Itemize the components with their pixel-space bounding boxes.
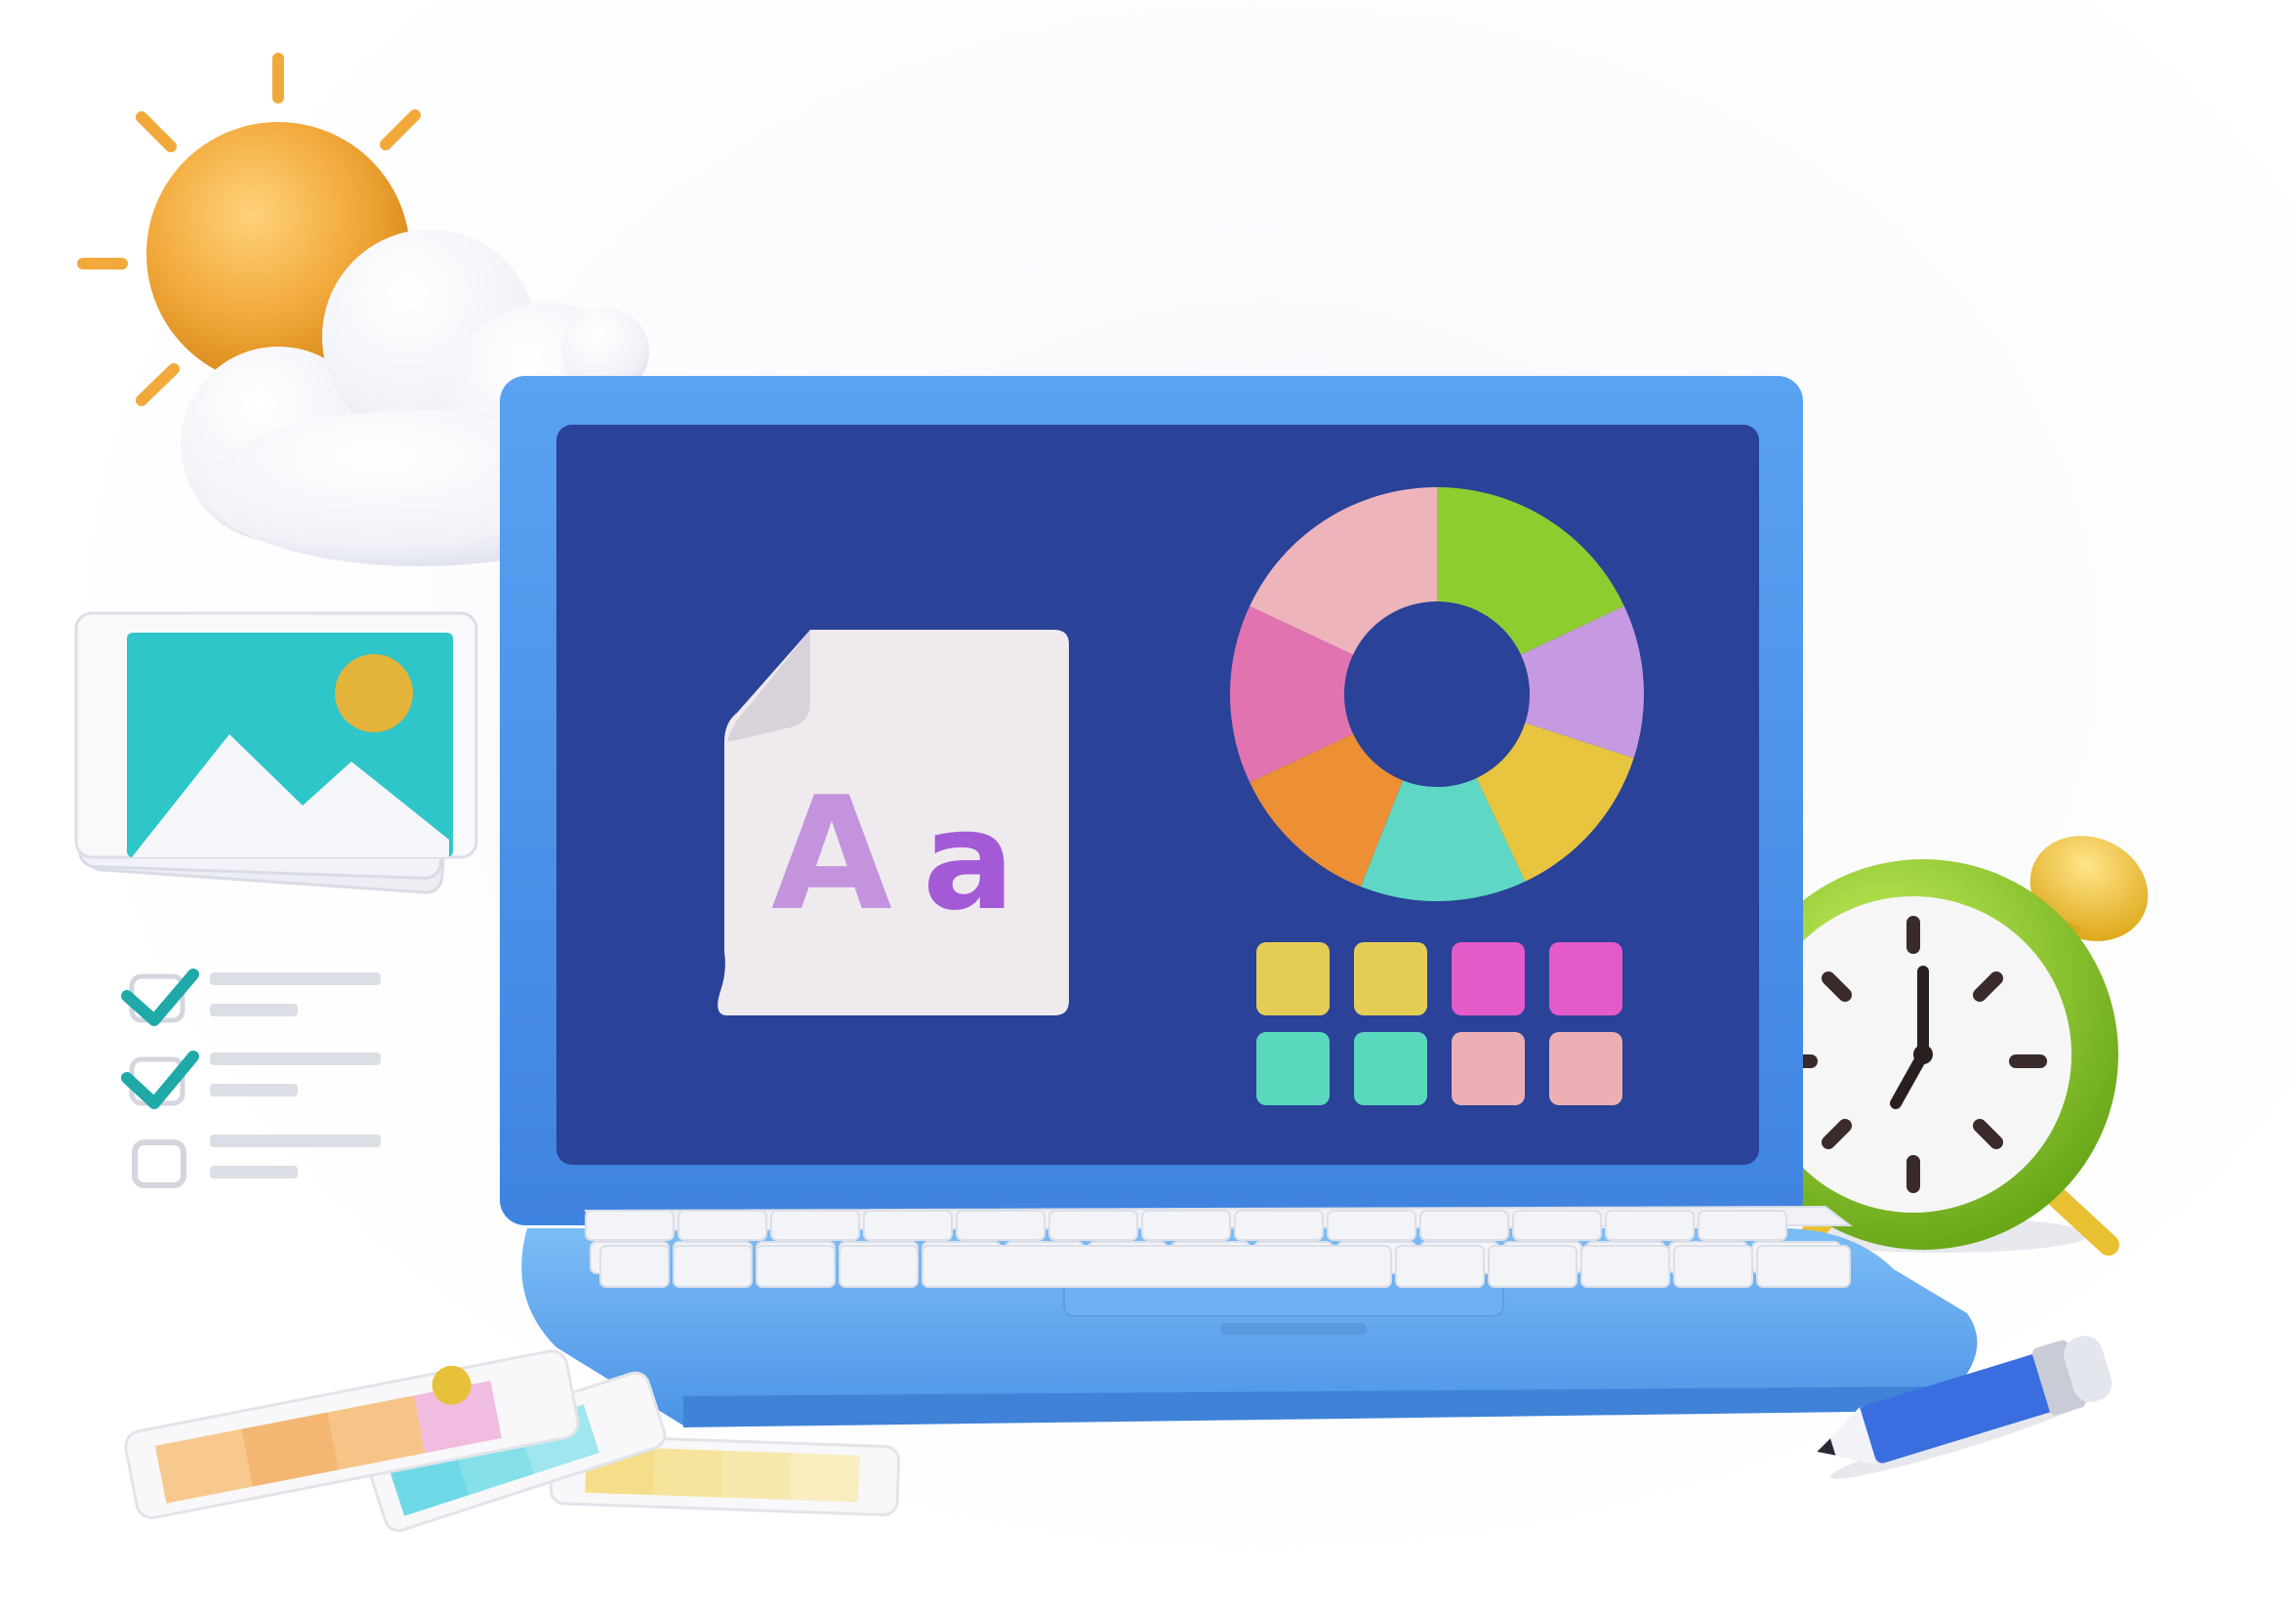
illustration-canvas: A a (0, 0, 2296, 1611)
color-palette-cards-icon (124, 1349, 901, 1533)
